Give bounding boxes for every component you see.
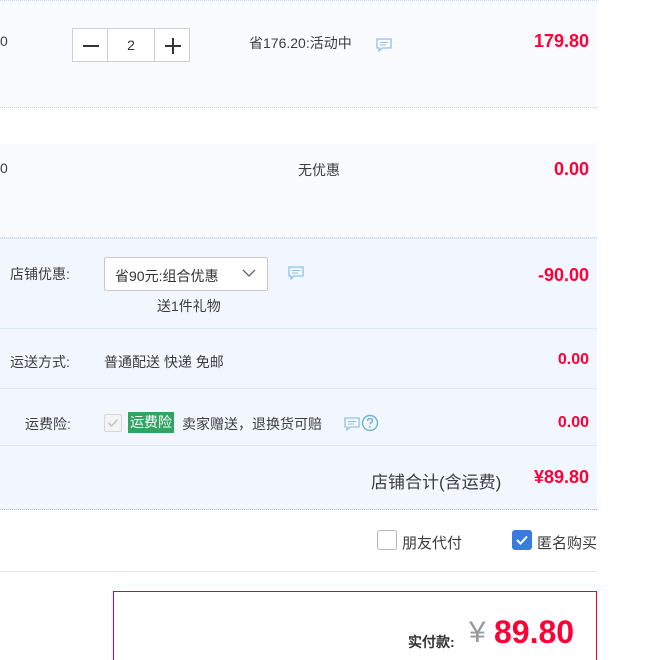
increase-quantity-button[interactable] xyxy=(154,28,190,62)
anonymous-purchase-label[interactable]: 匿名购买 xyxy=(537,532,597,553)
shipping-label: 运送方式: xyxy=(10,354,70,370)
decrease-quantity-button[interactable] xyxy=(72,28,108,62)
question-icon[interactable] xyxy=(361,414,379,432)
message-icon[interactable] xyxy=(344,417,360,431)
chevron-down-icon xyxy=(242,269,256,277)
shipping-insurance-row: 运费险: 运费险 卖家赠送，退换货可赔 0.00 xyxy=(0,388,597,445)
shop-discount-label: 店铺优惠: xyxy=(10,266,70,282)
order-options-row: 朋友代付 匿名购买 xyxy=(0,510,597,572)
shipping-amount: 0.00 xyxy=(557,351,589,368)
shop-total-row: 店铺合计(含运费) ¥89.80 xyxy=(0,445,597,510)
shop-discount-select[interactable]: 省90元:组合优惠 xyxy=(104,257,268,291)
anonymous-purchase-checkbox[interactable] xyxy=(512,530,532,550)
item-price-fragment: 0 xyxy=(0,160,8,176)
item-promo-text: 省176.20:活动中 xyxy=(249,35,352,51)
insurance-text: 卖家赠送，退换货可赔 xyxy=(182,416,322,432)
item-promo-text: 无优惠 xyxy=(298,162,340,178)
order-item-row: 0 无优惠 0.00 xyxy=(0,143,597,238)
payment-currency: ¥ xyxy=(469,616,486,649)
shipping-row: 运送方式: 普通配送 快递 免邮 0.00 xyxy=(0,328,597,388)
message-icon[interactable] xyxy=(376,38,392,52)
shipping-method: 普通配送 快递 免邮 xyxy=(104,354,224,370)
payment-label: 实付款: xyxy=(408,634,455,650)
gift-note: 送1件礼物 xyxy=(157,298,221,314)
item-subtotal: 0.00 xyxy=(553,159,589,179)
insurance-amount: 0.00 xyxy=(557,414,589,431)
check-icon xyxy=(516,535,528,545)
shop-discount-amount: -90.00 xyxy=(537,265,589,285)
friend-pay-checkbox[interactable] xyxy=(377,530,397,550)
check-icon xyxy=(107,418,119,428)
insurance-checkbox xyxy=(104,414,122,432)
shop-discount-row: 店铺优惠: 省90元:组合优惠 送1件礼物 -90.00 xyxy=(0,238,597,328)
order-item-row: 0 2 省176.20:活动中 179.80 xyxy=(0,0,597,108)
shop-discount-selected: 省90元:组合优惠 xyxy=(115,268,219,284)
insurance-label: 运费险: xyxy=(25,416,71,432)
payment-summary: 实付款: ¥ 89.80 xyxy=(113,591,597,660)
quantity-stepper: 2 xyxy=(72,28,190,62)
quantity-input[interactable]: 2 xyxy=(108,28,154,62)
payment-amount: 89.80 xyxy=(494,614,575,650)
shop-total-amount: ¥89.80 xyxy=(533,467,589,487)
insurance-badge: 运费险 xyxy=(128,412,174,433)
shop-total-label: 店铺合计(含运费) xyxy=(371,473,502,492)
friend-pay-label[interactable]: 朋友代付 xyxy=(402,532,462,553)
message-icon[interactable] xyxy=(288,266,304,280)
item-price-fragment: 0 xyxy=(0,33,8,49)
item-subtotal: 179.80 xyxy=(533,31,589,51)
